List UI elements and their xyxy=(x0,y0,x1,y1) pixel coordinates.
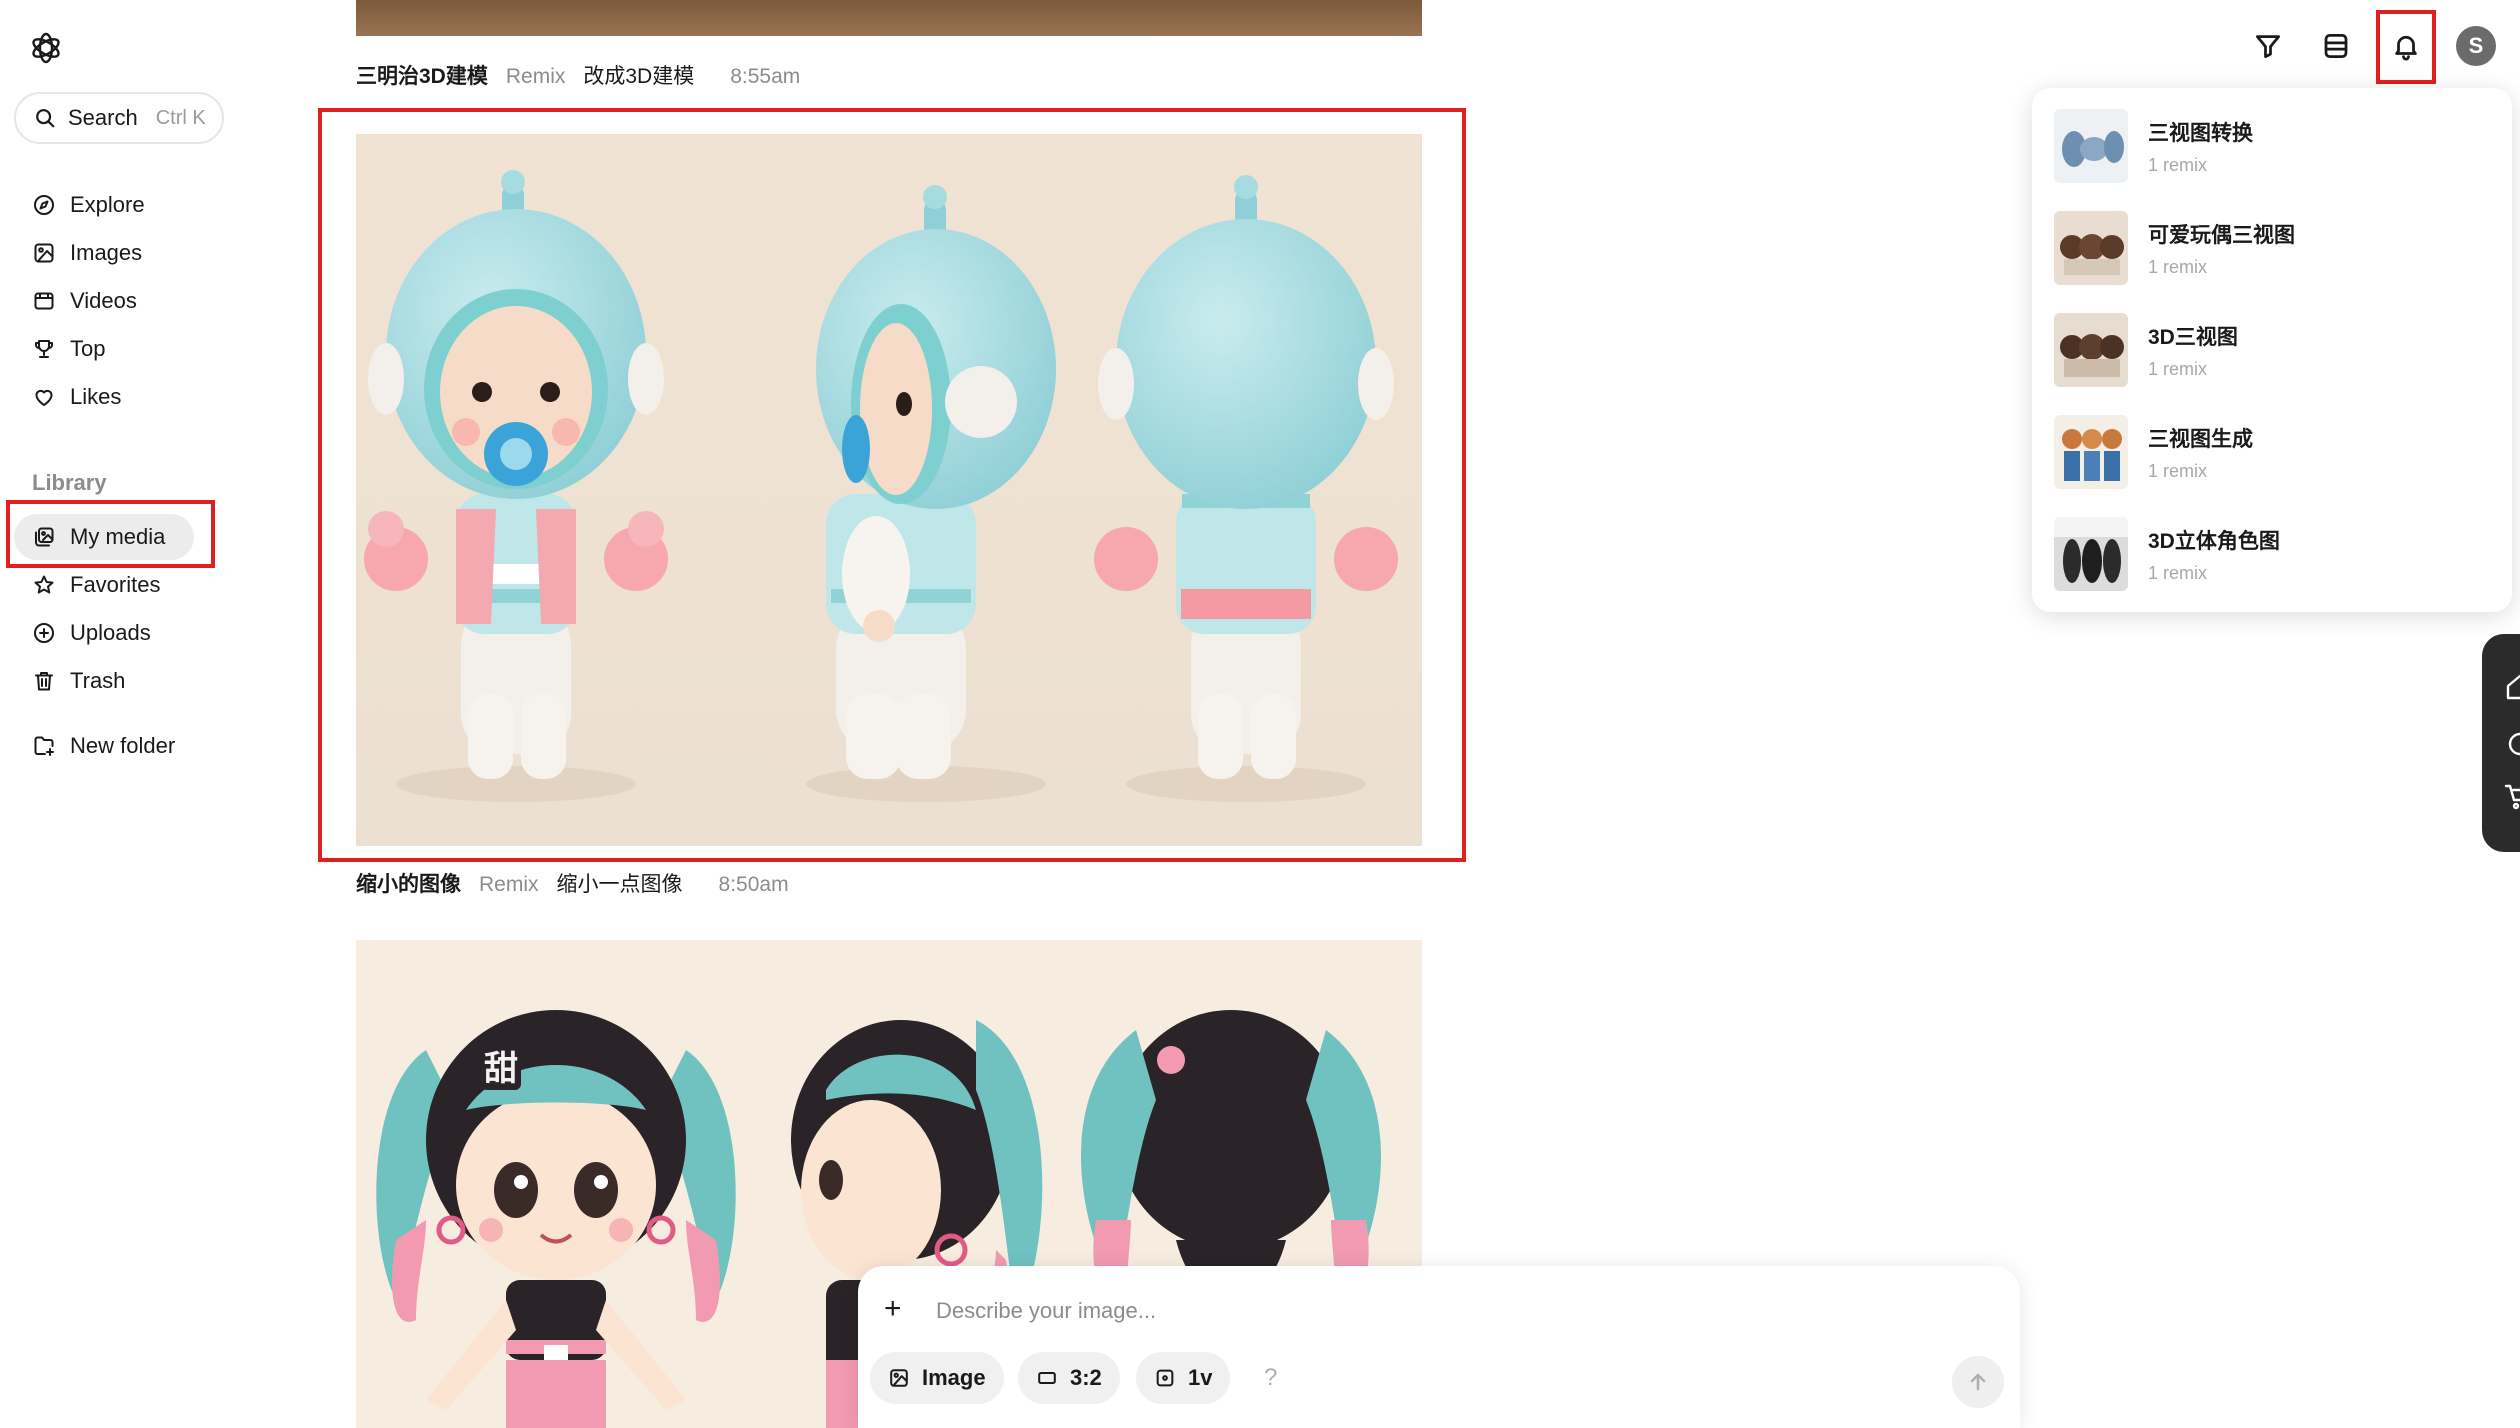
feed-item-time: 8:50am xyxy=(718,873,789,896)
sidebar-item-uploads[interactable]: Uploads xyxy=(14,610,151,656)
trophy-icon xyxy=(35,340,53,358)
search-label: Search xyxy=(68,105,138,130)
star-icon xyxy=(34,575,54,594)
folder-plus-icon xyxy=(34,736,54,756)
image-icon xyxy=(890,1369,908,1387)
help-button[interactable]: ? xyxy=(1264,1364,1277,1392)
notification-title: 3D三视图 xyxy=(2148,325,2238,349)
notification-item[interactable]: 3D立体角色图 1 remix xyxy=(2054,510,2484,598)
sidebar-item-images[interactable]: Images xyxy=(14,230,142,276)
cart-icon xyxy=(2504,784,2520,810)
arrow-up-icon xyxy=(1970,1373,1986,1391)
notification-subtitle: 1 remix xyxy=(2148,154,2208,175)
notification-thumbnail xyxy=(2054,517,2128,591)
sidebar-item-new-folder[interactable]: New folder xyxy=(14,723,175,769)
search-icon xyxy=(36,109,55,128)
sidebar-item-trash[interactable]: Trash xyxy=(14,658,125,704)
avatar[interactable]: S xyxy=(2456,26,2496,66)
hair-clip-glyph: 甜 xyxy=(484,1049,518,1089)
sidebar-item-label: Images xyxy=(70,240,143,265)
floating-side-toolbar[interactable] xyxy=(2482,634,2520,852)
heart-icon xyxy=(35,389,53,406)
video-icon xyxy=(34,292,54,310)
sidebar-item-top[interactable]: Top xyxy=(14,326,105,372)
openai-logo-icon[interactable] xyxy=(26,28,66,68)
add-attachment-button[interactable]: + xyxy=(884,1292,902,1326)
feed-item-title[interactable]: 三明治3D建模 xyxy=(356,60,488,90)
filter-icon xyxy=(2256,35,2280,58)
notification-item[interactable]: 3D三视图 1 remix xyxy=(2054,306,2484,394)
notification-thumbnail xyxy=(2054,211,2128,285)
aspect-ratio-chip[interactable]: 3:2 xyxy=(1018,1352,1120,1404)
search-shortcut: Ctrl K xyxy=(155,106,206,129)
notification-subtitle: 1 remix xyxy=(2148,562,2208,583)
chat-icon xyxy=(2508,732,2520,756)
notification-title: 3D立体角色图 xyxy=(2148,529,2280,553)
sidebar-item-label: Trash xyxy=(70,668,126,693)
feed-item-meta: 缩小的图像 Remix 缩小一点图像 8:50am xyxy=(356,868,789,898)
prompt-composer: + Describe your image... Image 3:2 1v ? xyxy=(858,1266,2020,1428)
notification-thumbnail xyxy=(2054,313,2128,387)
image-icon xyxy=(34,243,54,263)
notification-subtitle: 1 remix xyxy=(2148,256,2208,277)
sidebar-item-label: Favorites xyxy=(70,572,161,597)
sidebar-item-label: Likes xyxy=(70,384,122,409)
notification-thumbnail xyxy=(2054,415,2128,489)
layout-button[interactable] xyxy=(2316,26,2356,66)
notification-item[interactable]: 可爱玩偶三视图 1 remix xyxy=(2054,204,2484,292)
notification-item[interactable]: 三视图转换 1 remix xyxy=(2054,102,2484,190)
sidebar-item-explore[interactable]: Explore xyxy=(14,182,145,228)
notification-title: 三视图转换 xyxy=(2148,121,2253,145)
feed-item-prompt: 缩小一点图像 xyxy=(556,873,683,896)
sidebar-item-likes[interactable]: Likes xyxy=(14,374,121,420)
feed-item-time: 8:55am xyxy=(730,65,801,88)
variants-label: 1v xyxy=(1188,1365,1213,1390)
aspect-ratio-label: 3:2 xyxy=(1070,1365,1102,1390)
my-media-highlight xyxy=(6,500,215,568)
notification-thumbnail xyxy=(2054,109,2128,183)
plus-circle-icon xyxy=(34,623,54,643)
image-highlight xyxy=(318,108,1466,862)
aspect-ratio-icon xyxy=(1038,1371,1056,1385)
sidebar-item-label: Uploads xyxy=(70,620,151,645)
sidebar-item-label: Top xyxy=(70,336,106,361)
previous-image-bottom-edge[interactable] xyxy=(356,0,1422,36)
submit-button[interactable] xyxy=(1952,1356,2004,1408)
sidebar-item-videos[interactable]: Videos xyxy=(14,278,137,324)
mode-image-chip[interactable]: Image xyxy=(870,1352,1004,1404)
filter-button[interactable] xyxy=(2248,26,2288,66)
notification-subtitle: 1 remix xyxy=(2148,460,2208,481)
feed-item-title[interactable]: 缩小的图像 xyxy=(356,868,461,898)
sidebar-item-label: New folder xyxy=(70,733,176,758)
search-button[interactable]: Search Ctrl K xyxy=(14,92,224,144)
mode-image-label: Image xyxy=(922,1365,986,1390)
notification-subtitle: 1 remix xyxy=(2148,358,2208,379)
notification-item[interactable]: 三视图生成 1 remix xyxy=(2054,408,2484,496)
notification-title: 可爱玩偶三视图 xyxy=(2148,223,2295,247)
compass-icon xyxy=(34,195,54,215)
bell-highlight xyxy=(2376,10,2436,84)
notification-title: 三视图生成 xyxy=(2148,427,2253,451)
feed-item-meta: 三明治3D建模 Remix 改成3D建模 8:55am xyxy=(356,60,800,90)
layers-icon xyxy=(2324,34,2348,58)
variants-icon xyxy=(1156,1369,1174,1387)
prompt-input[interactable]: Describe your image... xyxy=(936,1298,1156,1324)
library-heading: Library xyxy=(32,470,107,495)
sidebar-item-label: Explore xyxy=(70,192,145,217)
trash-icon xyxy=(35,672,53,691)
home-icon xyxy=(2506,674,2520,700)
feed-item-tag: Remix xyxy=(479,873,539,896)
feed-item-tag: Remix xyxy=(505,65,566,88)
sidebar-item-label: Videos xyxy=(70,288,137,313)
feed-item-prompt: 改成3D建模 xyxy=(583,65,695,88)
sidebar-item-favorites[interactable]: Favorites xyxy=(14,562,160,608)
notifications-dropdown: 三视图转换 1 remix 可爱玩偶三视图 1 remix 3D三视图 1 re… xyxy=(2032,88,2512,612)
variants-chip[interactable]: 1v xyxy=(1136,1352,1231,1404)
